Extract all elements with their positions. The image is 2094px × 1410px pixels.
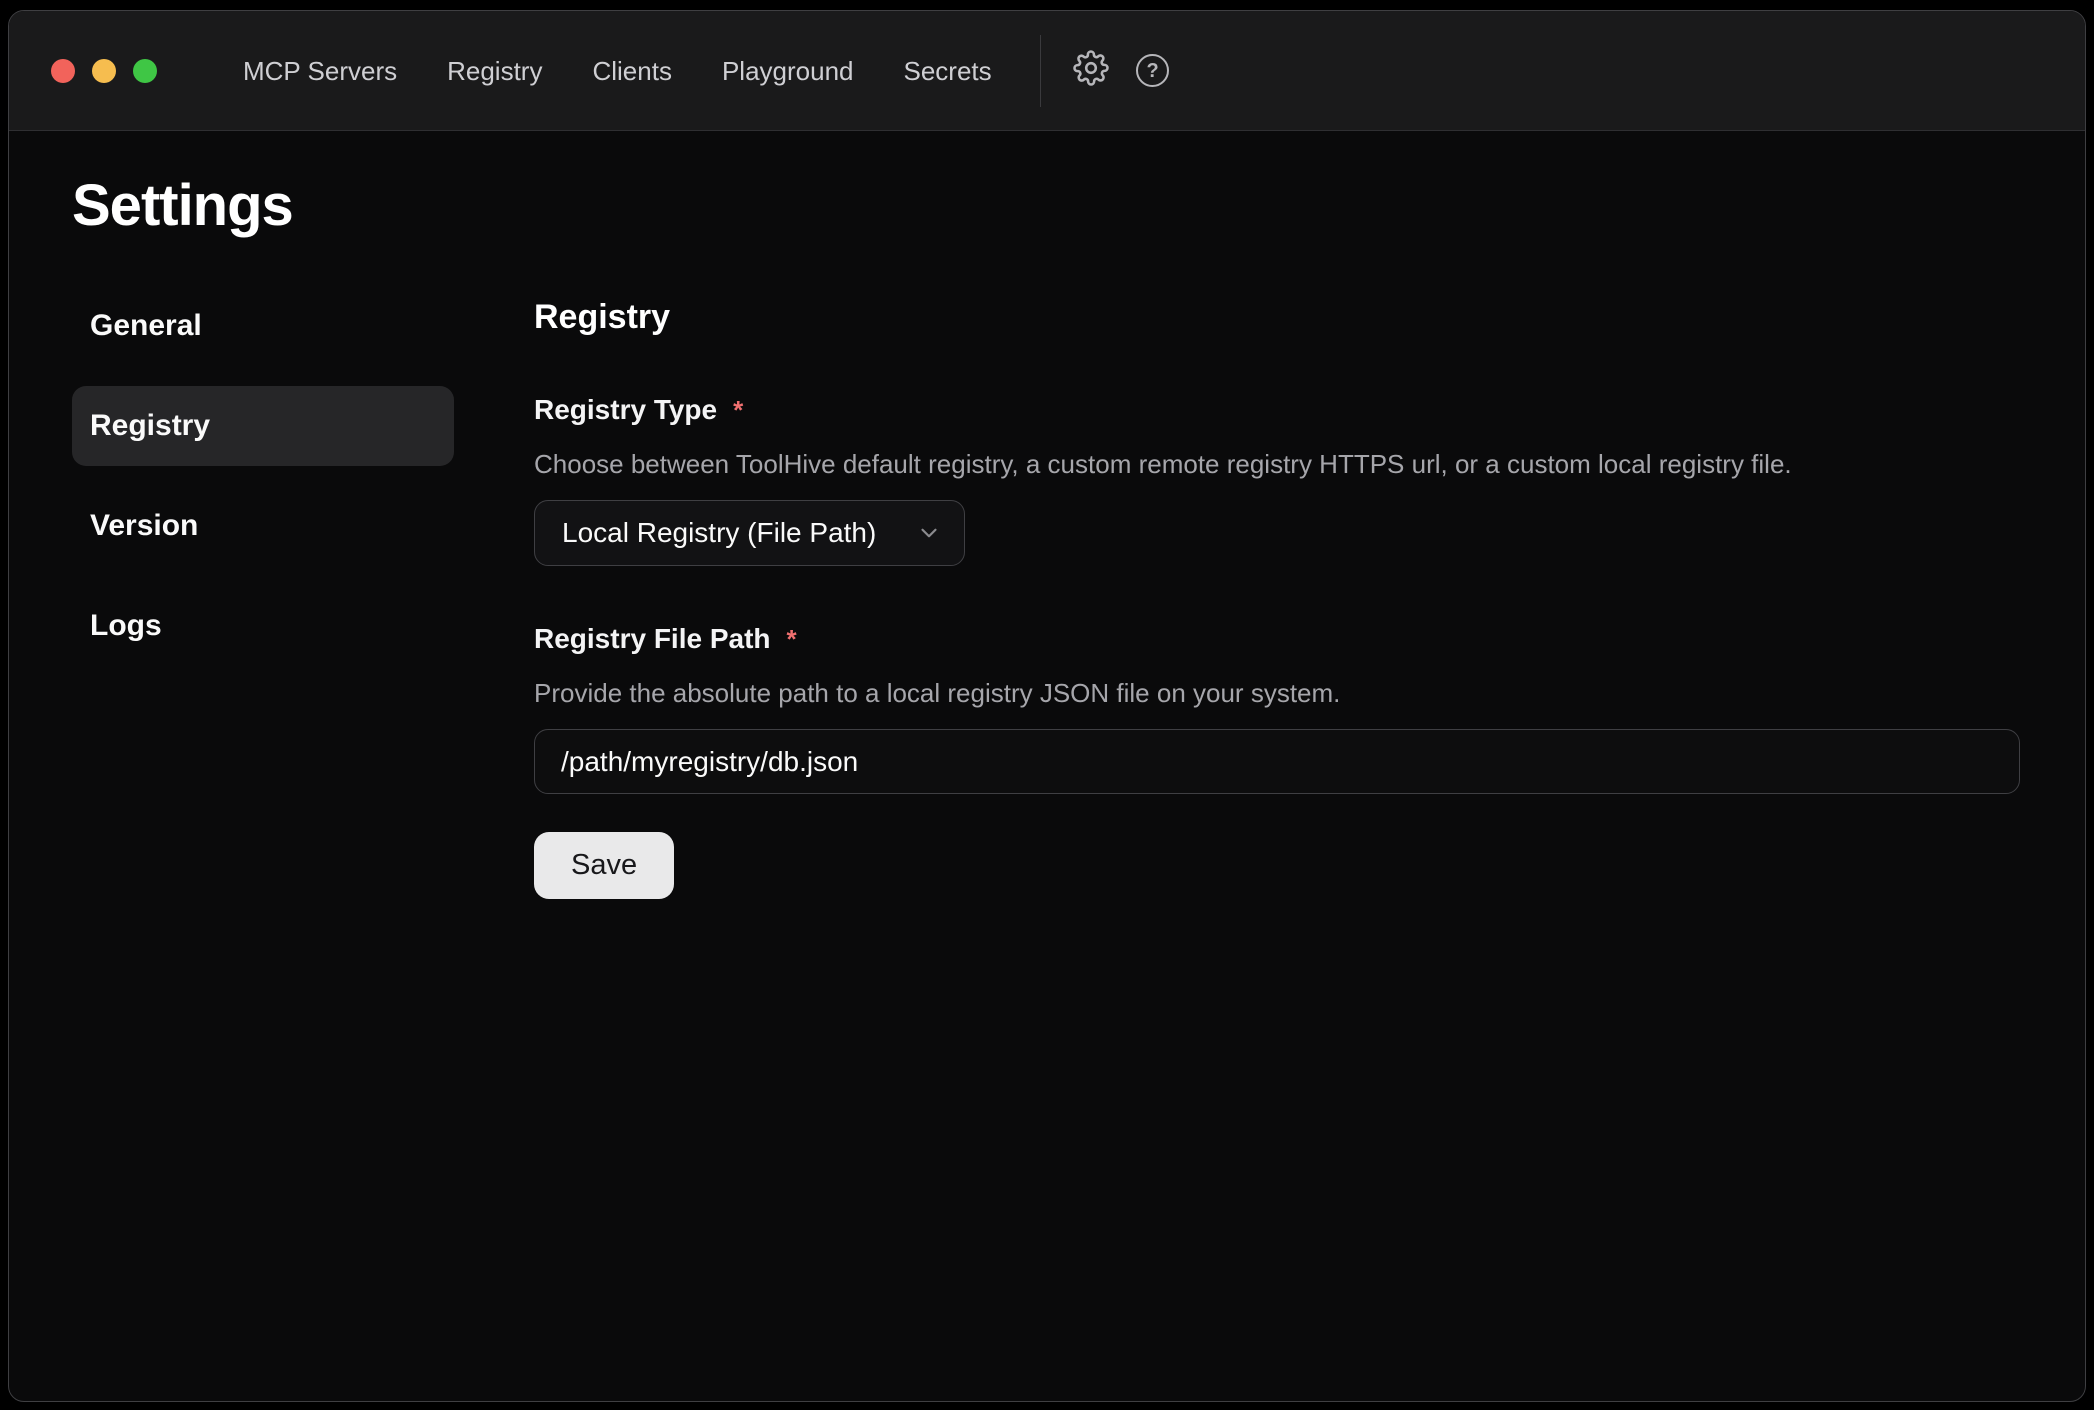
settings-sidebar: General Registry Version Logs (72, 286, 454, 899)
settings-page: Settings General Registry Version Logs R… (9, 131, 2085, 1401)
field-label-text: Registry File Path (534, 623, 771, 654)
help-icon: ? (1136, 54, 1169, 87)
save-button[interactable]: Save (534, 832, 674, 899)
minimize-button[interactable] (92, 59, 116, 83)
sidebar-item-label: Logs (90, 609, 162, 643)
page-title: Settings (72, 171, 2085, 241)
sidebar-item-logs[interactable]: Logs (72, 586, 454, 666)
nav-playground[interactable]: Playground (722, 58, 854, 84)
window-controls (51, 59, 157, 83)
nav-secrets[interactable]: Secrets (904, 58, 992, 84)
required-asterisk: * (787, 624, 797, 654)
nav-clients[interactable]: Clients (592, 58, 671, 84)
chevron-down-icon (916, 520, 942, 546)
sidebar-item-label: General (90, 309, 202, 343)
sidebar-item-version[interactable]: Version (72, 486, 454, 566)
sidebar-item-label: Registry (90, 409, 210, 443)
section-heading: Registry (534, 297, 2020, 337)
close-button[interactable] (51, 59, 75, 83)
registry-type-selected-value: Local Registry (File Path) (562, 517, 876, 549)
file-path-description: Provide the absolute path to a local reg… (534, 677, 2020, 709)
file-path-label: Registry File Path * (534, 621, 2020, 657)
sidebar-item-registry[interactable]: Registry (72, 386, 454, 466)
topbar-divider (1040, 35, 1041, 107)
field-label-text: Registry Type (534, 394, 717, 425)
help-button[interactable]: ? (1131, 49, 1175, 93)
top-navigation: MCP Servers Registry Clients Playground … (243, 58, 992, 84)
registry-settings-panel: Registry Registry Type * Choose between T… (534, 286, 2020, 899)
zoom-button[interactable] (133, 59, 157, 83)
settings-button[interactable] (1069, 49, 1113, 93)
registry-type-description: Choose between ToolHive default registry… (534, 448, 2020, 480)
app-window: MCP Servers Registry Clients Playground … (8, 10, 2086, 1402)
nav-mcp-servers[interactable]: MCP Servers (243, 58, 397, 84)
sidebar-item-label: Version (90, 509, 198, 543)
required-asterisk: * (733, 395, 743, 425)
file-path-input[interactable] (534, 729, 2020, 794)
sidebar-item-general[interactable]: General (72, 286, 454, 366)
registry-type-label: Registry Type * (534, 392, 2020, 428)
nav-registry[interactable]: Registry (447, 58, 542, 84)
gear-icon (1073, 50, 1109, 91)
titlebar: MCP Servers Registry Clients Playground … (9, 11, 2085, 131)
registry-type-select[interactable]: Local Registry (File Path) (534, 500, 965, 566)
